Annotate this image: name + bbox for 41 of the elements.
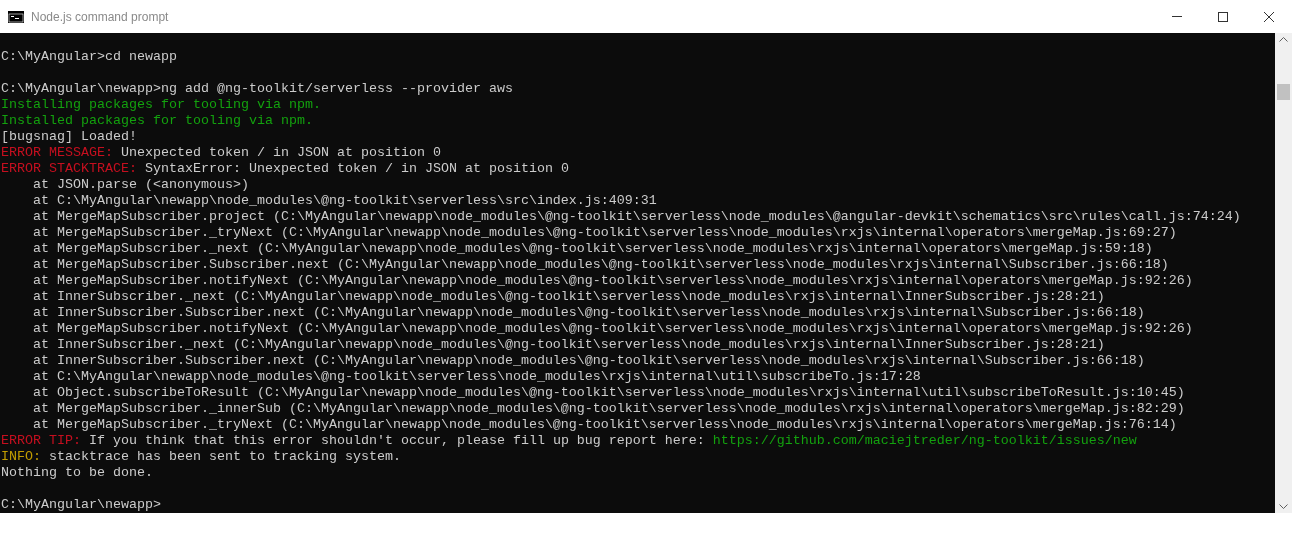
console-text: at MergeMapSubscriber.Subscriber.next (C:\MyAngular\newapp\node_modules\@ng-toolkit\serverless\node_modules\rxjs\internal\Subscriber.js:66:18) (32, 257, 1169, 272)
link[interactable]: https://github.com/maciejtreder/ng-toolkit/issues/new (712, 433, 1137, 448)
console-text: at InnerSubscriber.Subscriber.next (C:\MyAngular\newapp\node_modules\@ng-toolkit\serverless\node_modules\rxjs\internal\Subscriber.js:66:18) (32, 305, 1145, 320)
console-text: Nothing to be done. (1, 465, 153, 480)
console-text: at MergeMapSubscriber._next (C:\MyAngular\newapp\node_modules\@ng-toolkit\serverless\node_modules\rxjs\internal\operators\mergeMap.js:59:18) (32, 241, 1153, 256)
console-text: at C:\MyAngular\newapp\node_modules\@ng-toolkit\serverless\src\index.js:409:31 (32, 193, 657, 208)
console-text: at InnerSubscriber._next (C:\MyAngular\newapp\node_modules\@ng-toolkit\serverless\node_modules\rxjs\internal\InnerSubscriber.js:28:21) (32, 289, 1105, 304)
console-text: at MergeMapSubscriber.notifyNext (C:\MyAngular\newapp\node_modules\@ng-toolkit\serverless\node_modules\rxjs\internal\operators\mergeMap.js:92:26) (32, 321, 1193, 336)
console-text: at JSON.parse (<anonymous>) (32, 177, 249, 192)
close-icon (1264, 11, 1274, 22)
terminal-icon (8, 10, 24, 23)
console-text: C:\MyAngular\newapp> (1, 497, 161, 512)
console-text: at MergeMapSubscriber._tryNext (C:\MyAngular\newapp\node_modules\@ng-toolkit\serverless\node_modules\rxjs\internal\operators\mergeMap.js:69:27) (32, 225, 1177, 240)
console-text: SyntaxError: Unexpected token / in JSON at position 0 (143, 161, 569, 176)
console-text: at InnerSubscriber.Subscriber.next (C:\MyAngular\newapp\node_modules\@ng-toolkit\serverless\node_modules\rxjs\internal\Subscriber.js:66:18) (32, 353, 1145, 368)
error-label: ERROR STACKTRACE: (1, 161, 137, 176)
scrollbar[interactable] (1275, 33, 1292, 513)
console-text: at MergeMapSubscriber.project (C:\MyAngular\newapp\node_modules\@ng-toolkit\serverless\node_modules\@angular-devkit\schematics\src\rules\call.js:74:24) (32, 209, 1241, 224)
console-text: at InnerSubscriber._next (C:\MyAngular\newapp\node_modules\@ng-toolkit\serverless\node_modules\rxjs\internal\InnerSubscriber.js:28:21) (32, 337, 1105, 352)
console-text: C:\MyAngular\newapp>ng add @ng-toolkit/serverless --provider aws (1, 81, 513, 96)
console-text: Unexpected token / in JSON at position 0 (119, 145, 441, 160)
info-label: INFO: (1, 449, 41, 464)
scroll-up-icon[interactable] (1279, 37, 1288, 42)
console-text: C:\MyAngular>cd newapp (1, 49, 177, 64)
console-text: Installed packages for tooling via npm. (1, 113, 313, 128)
console-text: If you think that this error shouldn't occur, please fill up bug report here: (87, 433, 706, 448)
console-text: at Object.subscribeToResult (C:\MyAngular\newapp\node_modules\@ng-toolkit\serverless\node_modules\rxjs\internal\util\subscribeToResult.js:10:45) (32, 385, 1185, 400)
console-text: at MergeMapSubscriber._innerSub (C:\MyAngular\newapp\node_modules\@ng-toolkit\serverless\node_modules\rxjs\internal\operators\mergeMap.js:82:29) (32, 401, 1185, 416)
console-text: at C:\MyAngular\newapp\node_modules\@ng-toolkit\serverless\node_modules\rxjs\internal\util\subscribeTo.js:17:28 (32, 369, 921, 384)
console-text: Installing packages for tooling via npm. (1, 97, 321, 112)
scroll-down-icon[interactable] (1279, 504, 1288, 509)
error-label: ERROR MESSAGE: (1, 145, 113, 160)
maximize-icon (1218, 11, 1228, 22)
console-text: at MergeMapSubscriber.notifyNext (C:\MyAngular\newapp\node_modules\@ng-toolkit\serverless\node_modules\rxjs\internal\operators\mergeMap.js:92:26) (32, 273, 1193, 288)
console-text: [bugsnag] Loaded! (1, 129, 137, 144)
scroll-thumb[interactable] (1277, 84, 1290, 100)
console-text: stacktrace has been sent to tracking system. (48, 449, 401, 464)
console-text: at MergeMapSubscriber._tryNext (C:\MyAngular\newapp\node_modules\@ng-toolkit\serverless\node_modules\rxjs\internal\operators\mergeMap.js:76:14) (32, 417, 1177, 432)
minimize-icon (1172, 16, 1182, 17)
window-title: Node.js command prompt (31, 9, 169, 24)
error-label: ERROR TIP: (1, 433, 81, 448)
